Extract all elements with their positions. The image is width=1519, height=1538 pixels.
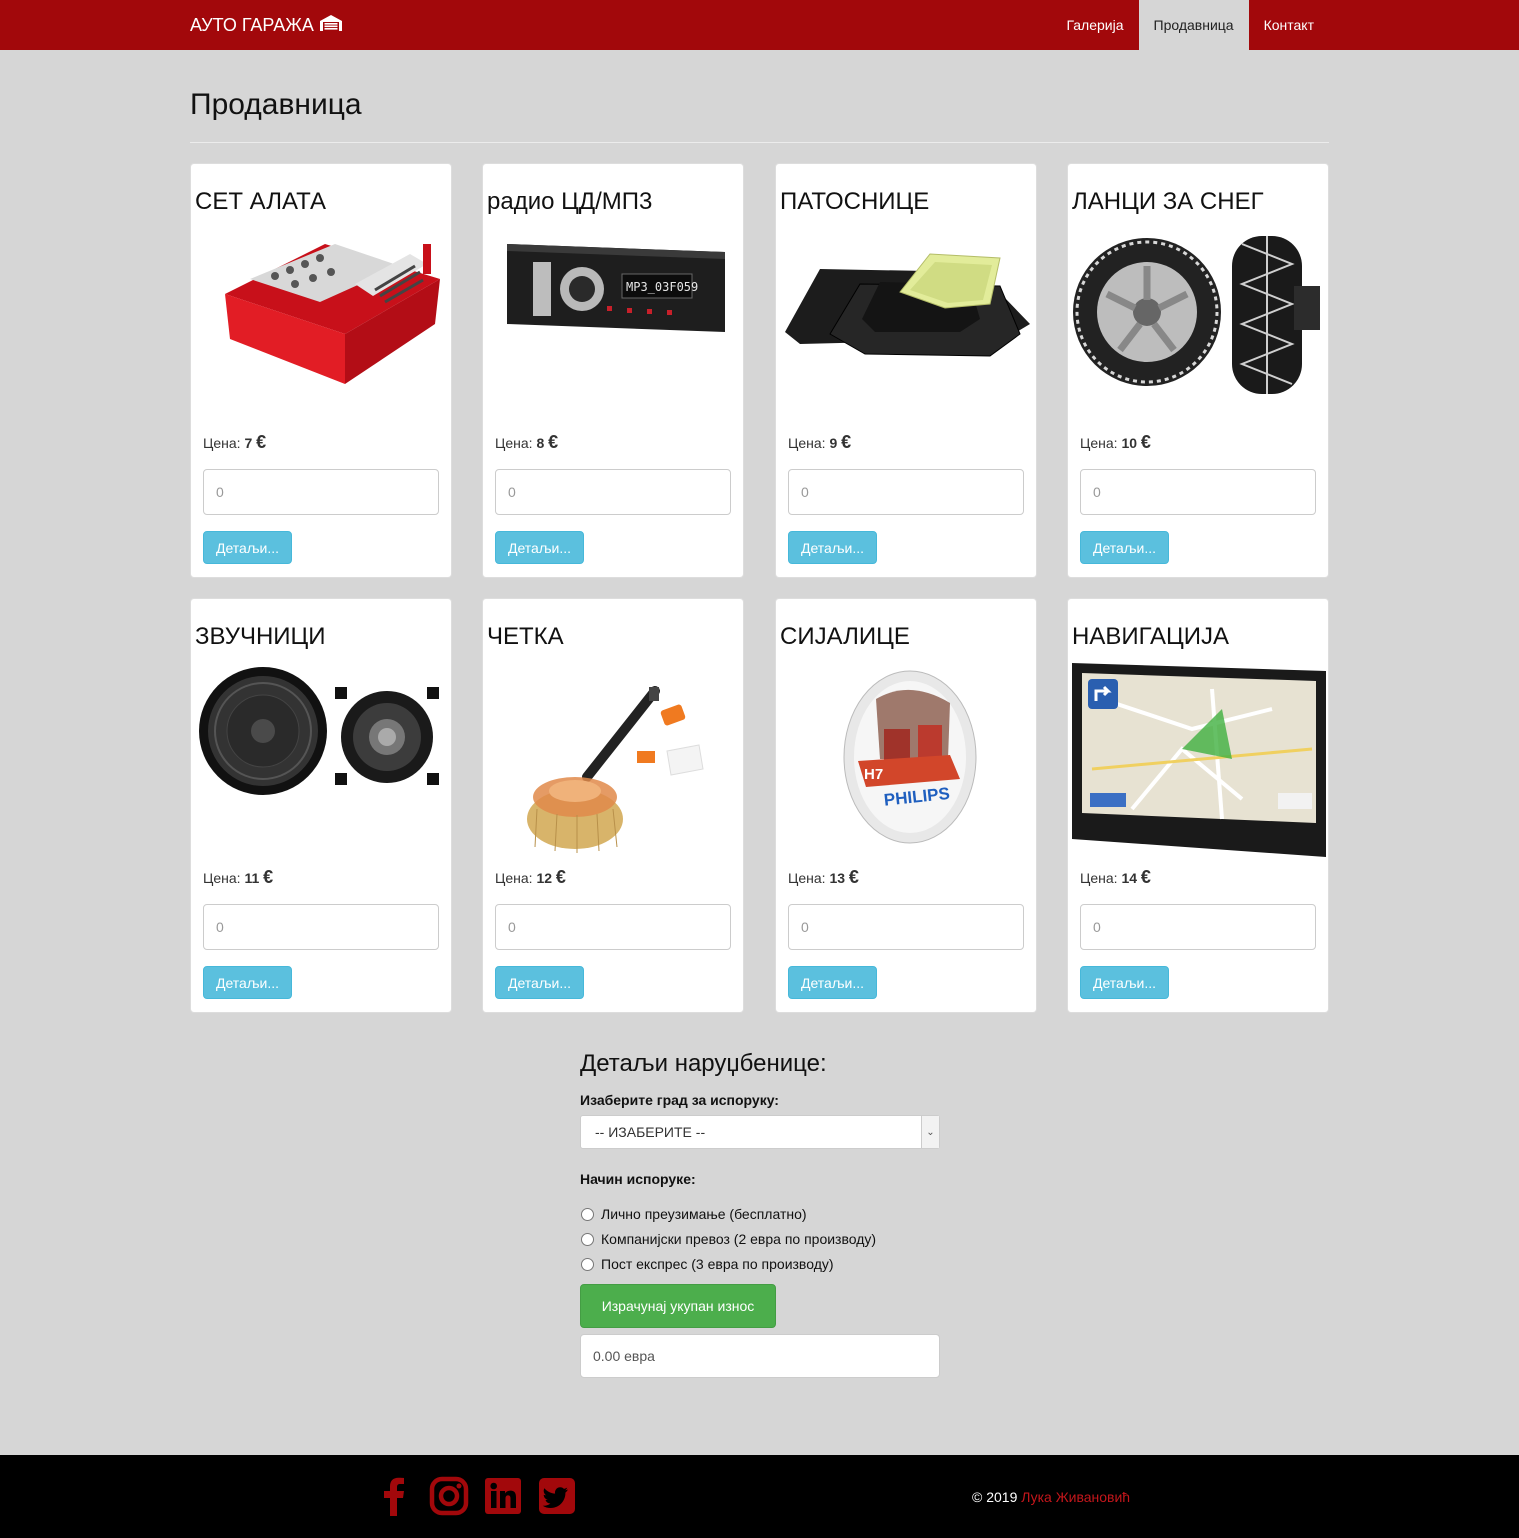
product-name: ЧЕТКА bbox=[487, 623, 564, 650]
price-value: 11 bbox=[244, 870, 260, 886]
price: Цена: 10 € bbox=[1080, 432, 1151, 452]
garage-icon bbox=[319, 14, 343, 37]
footer: © 2019 Лука Живановић bbox=[0, 1455, 1519, 1538]
product-name: СИЈАЛИЦЕ bbox=[780, 623, 910, 650]
brand[interactable]: АУТО ГАРАЖА bbox=[190, 0, 343, 50]
radio-company[interactable] bbox=[581, 1232, 594, 1246]
price: Цена: 7 € bbox=[203, 432, 267, 452]
price: Цена: 14 € bbox=[1080, 867, 1151, 887]
brush-image bbox=[487, 659, 741, 859]
snow-chains-image bbox=[1072, 224, 1326, 424]
product-card: НАВИГАЦИЈА Цена: 14 € Детаљи... bbox=[1067, 598, 1329, 1013]
price-value: 10 bbox=[1121, 435, 1138, 451]
car-radio-image: MP3_03F059 bbox=[487, 224, 741, 424]
product-name: ЛАНЦИ ЗА СНЕГ bbox=[1072, 188, 1264, 215]
details-button[interactable]: Детаљи... bbox=[788, 531, 877, 564]
gps-navigation-image bbox=[1072, 659, 1326, 859]
quantity-input[interactable] bbox=[1080, 469, 1316, 515]
nav-gallery[interactable]: Галерија bbox=[1051, 0, 1138, 50]
radio-post[interactable] bbox=[581, 1257, 594, 1271]
brand-title: АУТО ГАРАЖА bbox=[190, 14, 314, 35]
divider bbox=[190, 142, 1329, 143]
social-links bbox=[375, 1476, 577, 1516]
euro-icon: € bbox=[263, 867, 274, 887]
twitter-icon[interactable] bbox=[537, 1476, 577, 1516]
euro-icon: € bbox=[555, 867, 566, 887]
copyright: © 2019 Лука Живановић bbox=[972, 1489, 1131, 1505]
price-value: 13 bbox=[829, 870, 846, 886]
product-name: НАВИГАЦИЈА bbox=[1072, 623, 1230, 650]
details-button[interactable]: Детаљи... bbox=[495, 966, 584, 999]
floor-mats-image bbox=[780, 224, 1034, 424]
city-label: Изаберите град за испоруку: bbox=[580, 1092, 779, 1108]
price-value: 9 bbox=[829, 435, 838, 451]
details-button[interactable]: Детаљи... bbox=[788, 966, 877, 999]
total-field[interactable] bbox=[580, 1334, 940, 1378]
order-heading: Детаљи наруџбенице: bbox=[580, 1050, 827, 1077]
author-link[interactable]: Лука Живановић bbox=[1021, 1489, 1130, 1505]
price: Цена: 13 € bbox=[788, 867, 859, 887]
toolbox-image bbox=[195, 224, 449, 424]
details-button[interactable]: Детаљи... bbox=[203, 966, 292, 999]
details-button[interactable]: Детаљи... bbox=[495, 531, 584, 564]
nav-shop[interactable]: Продавница bbox=[1138, 0, 1249, 50]
order-form: Детаљи наруџбенице: Изаберите град за ис… bbox=[580, 1050, 940, 1378]
delivery-option-post[interactable]: Пост експрес (3 евра по производу) bbox=[580, 1256, 834, 1272]
product-card: ЛАНЦИ ЗА СНЕГ Цена: 10 € Детаљи... bbox=[1067, 163, 1329, 578]
quantity-input[interactable] bbox=[495, 904, 731, 950]
price-value: 8 bbox=[536, 435, 545, 451]
price: Цена: 11 € bbox=[203, 867, 274, 887]
quantity-input[interactable] bbox=[788, 469, 1024, 515]
delivery-label: Начин испоруке: bbox=[580, 1171, 696, 1187]
quantity-input[interactable] bbox=[788, 904, 1024, 950]
radio-pickup[interactable] bbox=[581, 1207, 594, 1221]
price: Цена: 12 € bbox=[495, 867, 566, 887]
price-value: 7 bbox=[244, 435, 253, 451]
euro-icon: € bbox=[841, 432, 852, 452]
details-button[interactable]: Детаљи... bbox=[203, 531, 292, 564]
delivery-option-pickup[interactable]: Лично преузимање (бесплатно) bbox=[580, 1206, 807, 1222]
details-button[interactable]: Детаљи... bbox=[1080, 531, 1169, 564]
quantity-input[interactable] bbox=[203, 904, 439, 950]
svg-text:MP3_03F059: MP3_03F059 bbox=[626, 280, 698, 294]
navbar: АУТО ГАРАЖА Галерија Продавница Контакт bbox=[0, 0, 1519, 50]
speakers-image bbox=[195, 659, 449, 859]
price: Цена: 8 € bbox=[495, 432, 559, 452]
quantity-input[interactable] bbox=[203, 469, 439, 515]
product-card: радио ЦД/МП3 MP3_03F059 Цена: 8 € Детаљи… bbox=[482, 163, 744, 578]
details-button[interactable]: Детаљи... bbox=[1080, 966, 1169, 999]
product-name: радио ЦД/МП3 bbox=[487, 188, 653, 215]
product-name: СЕТ АЛАТА bbox=[195, 188, 326, 215]
price: Цена: 9 € bbox=[788, 432, 852, 452]
price-value: 14 bbox=[1121, 870, 1138, 886]
euro-icon: € bbox=[548, 432, 559, 452]
nav-contact[interactable]: Контакт bbox=[1249, 0, 1329, 50]
euro-icon: € bbox=[256, 432, 267, 452]
product-card: ЧЕТКА Цена: 12 € Детаљи... bbox=[482, 598, 744, 1013]
delivery-option-company[interactable]: Компанијски превоз (2 евра по производу) bbox=[580, 1231, 876, 1247]
product-card: ЗВУЧНИЦИ Цена: 11 € Детаљи... bbox=[190, 598, 452, 1013]
product-card: ПАТОСНИЦЕ Цена: 9 € Детаљи... bbox=[775, 163, 1037, 578]
product-card: СЕТ АЛАТА Цена: 7 € Детаљи... bbox=[190, 163, 452, 578]
main-nav: Галерија Продавница Контакт bbox=[1051, 0, 1329, 50]
linkedin-icon[interactable] bbox=[483, 1476, 523, 1516]
page-title: Продавница bbox=[190, 88, 362, 121]
quantity-input[interactable] bbox=[495, 469, 731, 515]
svg-text:H7: H7 bbox=[864, 766, 883, 783]
euro-icon: € bbox=[1140, 432, 1151, 452]
calculate-total-button[interactable]: Израчунај укупан износ bbox=[580, 1284, 776, 1328]
product-card: СИЈАЛИЦЕ H7 PHILIPS Цена: 13 € Детаљи... bbox=[775, 598, 1037, 1013]
product-name: ПАТОСНИЦЕ bbox=[780, 188, 930, 215]
product-name: ЗВУЧНИЦИ bbox=[195, 623, 326, 650]
city-select[interactable]: -- ИЗАБЕРИТЕ -- bbox=[580, 1115, 940, 1149]
euro-icon: € bbox=[1140, 867, 1151, 887]
euro-icon: € bbox=[848, 867, 859, 887]
instagram-icon[interactable] bbox=[429, 1476, 469, 1516]
price-value: 12 bbox=[536, 870, 553, 886]
quantity-input[interactable] bbox=[1080, 904, 1316, 950]
bulbs-image: H7 PHILIPS bbox=[780, 659, 1034, 859]
facebook-icon[interactable] bbox=[375, 1476, 415, 1516]
